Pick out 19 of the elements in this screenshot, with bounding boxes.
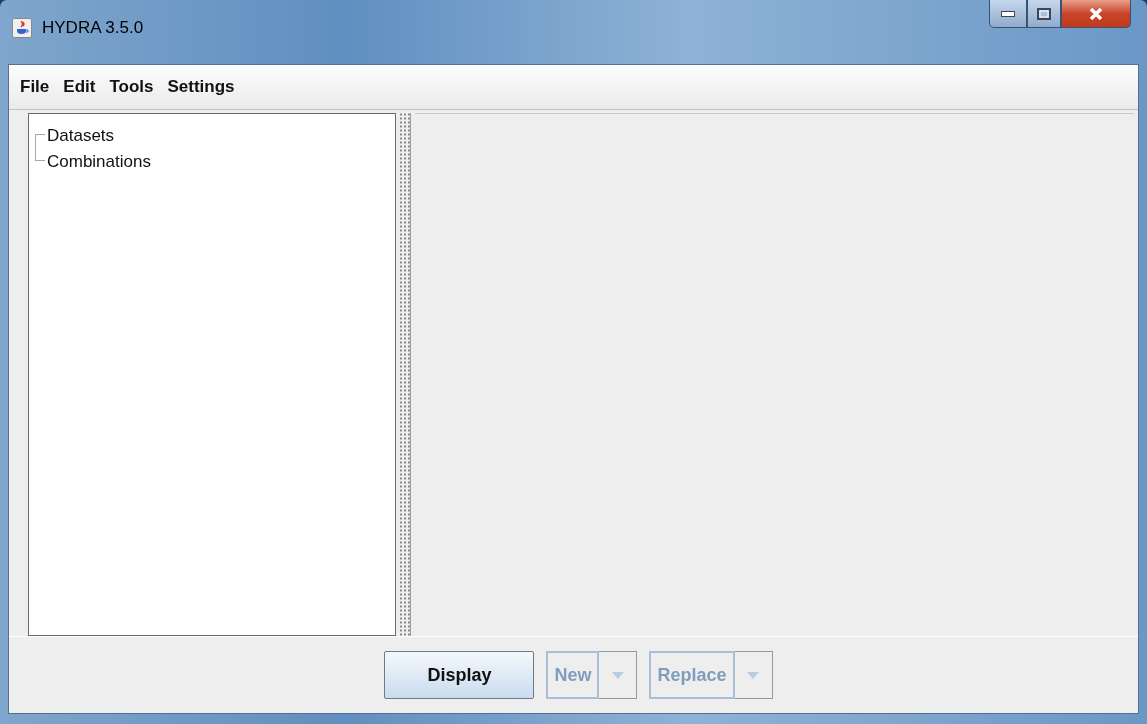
menu-item[interactable]: File <box>13 77 57 97</box>
tree-lines-drawing <box>35 134 45 161</box>
window-title: HYDRA 3.5.0 <box>42 18 144 38</box>
maximize-button[interactable] <box>1027 0 1061 28</box>
tree-item[interactable]: Combinations <box>47 152 151 172</box>
close-icon <box>1088 6 1104 21</box>
minimize-icon <box>1001 10 1015 17</box>
menu-item[interactable]: Settings <box>160 77 242 97</box>
menu-item[interactable]: Edit <box>56 77 103 97</box>
maximize-icon <box>1037 7 1051 20</box>
display-button[interactable]: Display <box>384 651 535 699</box>
tree-item[interactable]: Datasets <box>47 126 115 146</box>
cup-icon <box>12 18 32 38</box>
splitter-handle[interactable] <box>400 113 411 636</box>
minimize-button[interactable] <box>989 0 1027 28</box>
close-button[interactable] <box>1061 0 1131 28</box>
menu-item[interactable]: Tools <box>102 77 161 97</box>
caret-icon <box>747 671 760 679</box>
caret-icon <box>612 671 624 679</box>
